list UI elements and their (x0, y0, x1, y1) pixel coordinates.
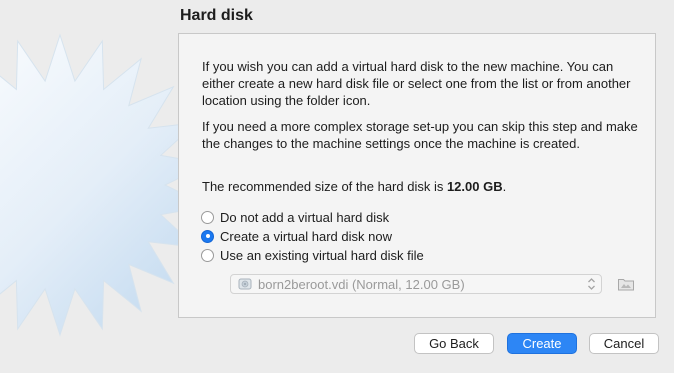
radio-button[interactable] (201, 229, 214, 243)
existing-disk-select[interactable]: born2beroot.vdi (Normal, 12.00 GB) (230, 274, 602, 294)
option-use-existing-disk[interactable]: Use an existing virtual hard disk file (201, 246, 424, 264)
create-button[interactable]: Create (507, 333, 577, 354)
page-title: Hard disk (180, 7, 253, 24)
go-back-button[interactable]: Go Back (414, 333, 494, 354)
recommended-size-text: The recommended size of the hard disk is… (202, 178, 642, 195)
intro-paragraph: If you wish you can add a virtual hard d… (202, 59, 631, 108)
folder-icon (618, 279, 634, 291)
option-create-hard-disk[interactable]: Create a virtual hard disk now (201, 227, 392, 245)
option-label: Do not add a virtual hard disk (220, 209, 390, 225)
recommended-size-suffix: . (502, 179, 507, 194)
storage-hint-paragraph: If you need a more complex storage set-u… (202, 119, 638, 151)
radio-button[interactable] (201, 248, 214, 262)
recommended-size-value: 12.00 GB (446, 179, 503, 194)
choose-disk-file-button[interactable] (616, 274, 636, 294)
cancel-button[interactable]: Cancel (589, 333, 659, 354)
content-panel: If you wish you can add a virtual hard d… (178, 33, 656, 318)
option-label: Use an existing virtual hard disk file (220, 247, 424, 263)
option-label: Create a virtual hard disk now (220, 228, 392, 244)
chevron-up-down-icon (588, 278, 595, 290)
disk-select-value: born2beroot.vdi (Normal, 12.00 GB) (258, 276, 465, 292)
recommended-size-prefix: The recommended size of the hard disk is (202, 179, 447, 194)
hard-disk-wizard-page: Hard disk If you wish you can add a virt… (0, 0, 674, 373)
option-no-hard-disk[interactable]: Do not add a virtual hard disk (201, 208, 389, 226)
hard-disk-icon (238, 278, 252, 290)
radio-button[interactable] (201, 210, 214, 224)
